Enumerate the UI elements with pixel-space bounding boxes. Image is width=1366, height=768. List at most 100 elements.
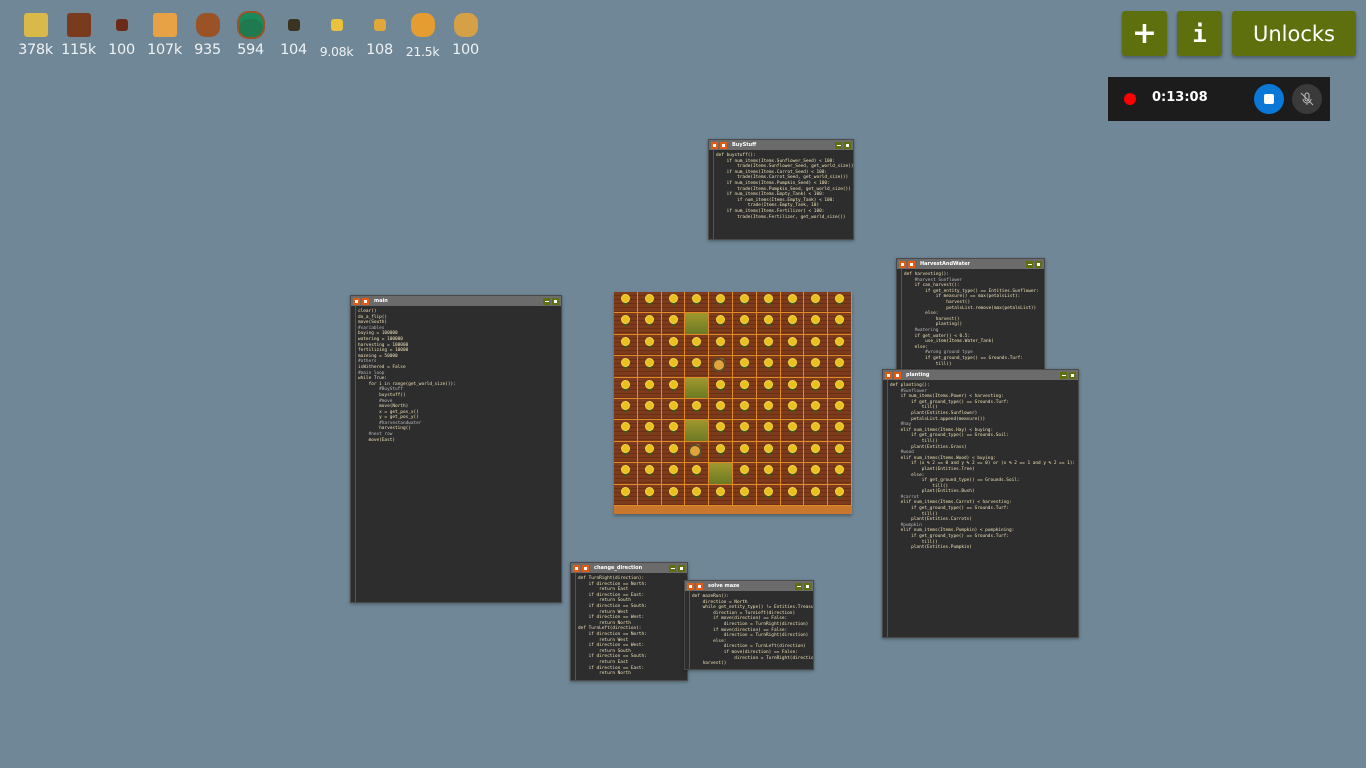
minimize-button[interactable] bbox=[669, 564, 676, 572]
step-button[interactable] bbox=[362, 297, 369, 305]
sunflower-icon bbox=[716, 379, 726, 389]
sunflower-tile bbox=[685, 356, 710, 378]
minimize-button[interactable] bbox=[1026, 260, 1033, 268]
sunflower-tile bbox=[804, 441, 829, 464]
sunflower-tile bbox=[828, 377, 852, 399]
minimize-icon bbox=[544, 300, 549, 302]
step-button[interactable] bbox=[908, 260, 915, 268]
sunflower-icon bbox=[763, 358, 773, 368]
window-title-bar[interactable]: solve maze bbox=[685, 581, 813, 591]
mic-muted-button[interactable] bbox=[1292, 84, 1322, 114]
code-editor[interactable]: def TurnRight(direction): if direction =… bbox=[578, 576, 647, 677]
sunflower-tile bbox=[780, 313, 805, 335]
sunflower-tile bbox=[804, 398, 829, 421]
unlocks-button[interactable]: Unlocks bbox=[1232, 11, 1356, 56]
run-button[interactable] bbox=[353, 297, 360, 305]
sunflower-icon bbox=[787, 465, 797, 475]
run-button[interactable] bbox=[899, 260, 906, 268]
sunflower-tile bbox=[828, 313, 852, 335]
code-line: if direction == West: bbox=[578, 643, 645, 649]
sunflower-icon bbox=[787, 422, 797, 432]
minimize-button[interactable] bbox=[835, 141, 842, 149]
resize-button[interactable] bbox=[1035, 260, 1042, 268]
sunflower-icon bbox=[716, 315, 726, 325]
code-window-main[interactable]: main clear() do_a_flip() move(South) #varia… bbox=[350, 295, 562, 603]
sunflower-tile bbox=[637, 292, 662, 314]
window-title-bar[interactable]: main bbox=[351, 296, 561, 306]
empty-tank-icon bbox=[193, 10, 223, 40]
code-line: if get_ground_type() == Grounds.Turf: bbox=[904, 355, 1023, 361]
code-editor[interactable]: def mazeRun(): direction = North while g… bbox=[692, 594, 813, 667]
add-window-button[interactable]: + bbox=[1122, 11, 1167, 56]
code-editor[interactable]: clear() do_a_flip() move(South) #variables b… bbox=[358, 309, 456, 443]
minimize-button[interactable] bbox=[795, 582, 802, 590]
sunflower-icon bbox=[835, 486, 845, 496]
step-button[interactable] bbox=[720, 141, 727, 149]
mic-off-icon bbox=[1300, 92, 1314, 106]
window-title-bar[interactable]: BuyStuff bbox=[709, 140, 853, 150]
sunflower-tile bbox=[709, 398, 733, 421]
run-button[interactable] bbox=[687, 582, 694, 590]
resource-count: 115k bbox=[61, 42, 96, 58]
sunflower-tile bbox=[661, 356, 686, 378]
sunflower-tile bbox=[804, 484, 829, 506]
window-title-bar[interactable]: change_direction bbox=[571, 563, 687, 573]
sunflower-tile bbox=[637, 334, 662, 357]
window-title-bar[interactable]: planting bbox=[883, 370, 1078, 380]
step-button[interactable] bbox=[582, 564, 589, 572]
sunflower-tile bbox=[637, 398, 662, 421]
step-button[interactable] bbox=[894, 371, 901, 379]
run-button[interactable] bbox=[573, 564, 580, 572]
code-line: return North bbox=[578, 671, 631, 677]
resize-button[interactable] bbox=[678, 564, 685, 572]
code-window-buystuff[interactable]: BuyStuff def buystuff(): if num_items(It… bbox=[708, 139, 854, 240]
resize-icon bbox=[1037, 262, 1040, 266]
minimize-button[interactable] bbox=[1060, 371, 1067, 379]
code-window-solve-maze[interactable]: solve maze def mazeRun(): direction = No… bbox=[684, 580, 814, 670]
sunflower-tile bbox=[614, 484, 638, 506]
sunflower-icon bbox=[739, 443, 749, 453]
run-button[interactable] bbox=[711, 141, 718, 149]
resource-carrot-seeds: 100 bbox=[100, 10, 143, 59]
code-editor[interactable]: def harvesting(): #harvest Sunflower if … bbox=[904, 272, 1039, 367]
step-button[interactable] bbox=[696, 582, 703, 590]
sunflower-tile bbox=[828, 484, 852, 506]
water-tank-icon bbox=[236, 10, 266, 40]
minimize-icon bbox=[1027, 263, 1032, 265]
resize-button[interactable] bbox=[844, 141, 851, 149]
code-window-harvest[interactable]: HarvestAndWater def harvesting(): #harve… bbox=[896, 258, 1045, 372]
sunflower-icon bbox=[621, 358, 630, 368]
window-title: solve maze bbox=[708, 583, 740, 589]
sunflower-icon bbox=[811, 336, 821, 346]
code-window-planting[interactable]: planting def planting(): #Sunflower if n… bbox=[882, 369, 1079, 638]
stop-recording-button[interactable] bbox=[1254, 84, 1284, 114]
play-icon bbox=[901, 262, 904, 266]
sunflower-icon bbox=[668, 336, 678, 346]
line-gutter bbox=[575, 573, 576, 680]
sunflower-icon bbox=[835, 465, 845, 475]
sunflower-tile bbox=[732, 420, 757, 442]
line-gutter bbox=[689, 591, 690, 669]
resize-button[interactable] bbox=[804, 582, 811, 590]
sunflower-icon bbox=[621, 465, 630, 475]
sunflower-tile bbox=[614, 356, 638, 378]
run-button[interactable] bbox=[885, 371, 892, 379]
sunflower-icon bbox=[621, 422, 630, 432]
sunflower-icon bbox=[668, 294, 678, 303]
minimize-button[interactable] bbox=[543, 297, 550, 305]
resize-button[interactable] bbox=[1069, 371, 1076, 379]
code-editor[interactable]: def planting(): #Sunflower if num_items(… bbox=[890, 383, 1075, 551]
sunflower-icon bbox=[692, 400, 702, 410]
code-window-change-direction[interactable]: change_direction def TurnRight(direction… bbox=[570, 562, 688, 681]
sunflower-icon bbox=[811, 358, 821, 368]
window-title-bar[interactable]: HarvestAndWater bbox=[897, 259, 1044, 269]
resize-button[interactable] bbox=[552, 297, 559, 305]
play-icon bbox=[575, 566, 578, 570]
sunflower-tile bbox=[732, 377, 757, 399]
sunflower-tile bbox=[709, 484, 733, 506]
resource-wood: 115k bbox=[57, 10, 100, 59]
sunflower-tile bbox=[637, 441, 662, 464]
info-button[interactable]: i bbox=[1177, 11, 1222, 56]
sunflower-icon bbox=[763, 336, 773, 346]
code-editor[interactable]: def buystuff(): if num_items(Items.Sunfl… bbox=[716, 153, 853, 220]
